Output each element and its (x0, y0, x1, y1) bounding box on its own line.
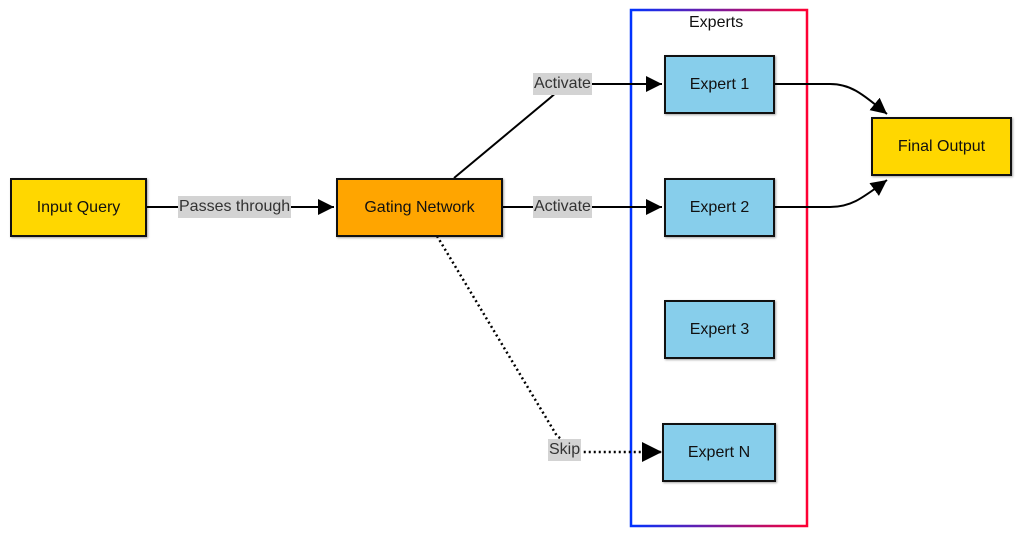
node-expert-3[interactable]: Expert 3 (664, 300, 775, 359)
node-expert-2[interactable]: Expert 2 (664, 178, 775, 237)
node-input-query[interactable]: Input Query (10, 178, 147, 237)
node-expert-n[interactable]: Expert N (662, 423, 776, 482)
edge-label-passes-through: Passes through (178, 196, 292, 218)
edge-label-activate-1: Activate (533, 73, 592, 95)
experts-cluster-title: Experts (689, 14, 744, 31)
node-expert-1[interactable]: Expert 1 (664, 55, 775, 114)
edge-expert2-to-output (774, 179, 888, 208)
edge-label-skip: Skip (548, 439, 582, 461)
diagram-canvas (146, 8, 888, 528)
edge-label-activate-2: Activate (533, 196, 592, 218)
node-final-output[interactable]: Final Output (871, 117, 1012, 176)
node-gating-network[interactable]: Gating Network (336, 178, 503, 237)
edge-gating-to-expertN (435, 235, 662, 462)
edge-expert1-to-output (774, 83, 888, 115)
